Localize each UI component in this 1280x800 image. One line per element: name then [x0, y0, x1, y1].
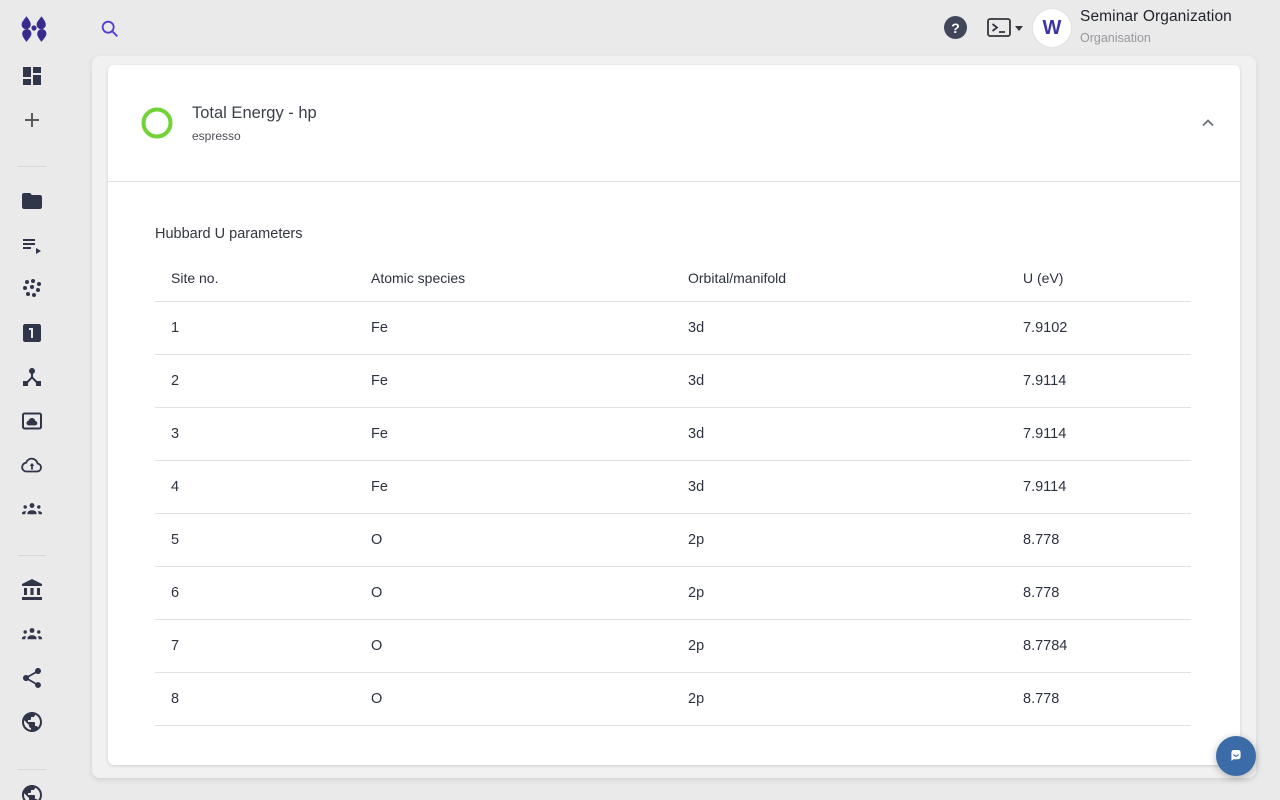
- org-menu[interactable]: Seminar Organization Organisation: [1080, 8, 1232, 45]
- table-row: 8 O 2p 8.778: [155, 673, 1191, 726]
- col-header: Site no.: [155, 270, 355, 286]
- avatar[interactable]: W: [1033, 9, 1071, 47]
- table-cell: 2p: [672, 691, 1007, 707]
- scatter-dots-icon[interactable]: [20, 277, 44, 301]
- table-cell: 7.9114: [1007, 426, 1191, 442]
- green-ring-status-icon: [140, 106, 174, 140]
- table-cell: 1: [155, 320, 355, 336]
- avatar-letter: W: [1043, 17, 1062, 40]
- table-cell: 7.9114: [1007, 373, 1191, 389]
- card-subtitle: espresso: [192, 129, 317, 143]
- table-cell: 7.9102: [1007, 320, 1191, 336]
- table-cell: 8.7784: [1007, 638, 1191, 654]
- table-cell: 3d: [672, 426, 1007, 442]
- table-cell: 8.778: [1007, 532, 1191, 548]
- table-cell: 8.778: [1007, 691, 1191, 707]
- sidebar-divider: [18, 166, 46, 167]
- table-cell: Fe: [355, 320, 672, 336]
- app-logo-icon[interactable]: [19, 13, 49, 43]
- table-row: 1 Fe 3d 7.9102: [155, 302, 1191, 355]
- table-cell: 6: [155, 585, 355, 601]
- org-name: Seminar Organization: [1080, 8, 1232, 26]
- app-screen: ? W Seminar Organization Organisation: [0, 0, 1280, 800]
- table-row: 3 Fe 3d 7.9114: [155, 408, 1191, 461]
- table-cell: 2p: [672, 585, 1007, 601]
- table-cell: 8.778: [1007, 585, 1191, 601]
- table-cell: 2p: [672, 638, 1007, 654]
- globe-icon[interactable]: [20, 710, 44, 734]
- table-cell: 2: [155, 373, 355, 389]
- card-body: Hubbard U parameters Site no. Atomic spe…: [108, 182, 1240, 726]
- table-cell: 3d: [672, 320, 1007, 336]
- bank-icon[interactable]: [20, 578, 44, 602]
- cloud-upload-icon[interactable]: [20, 453, 44, 477]
- card-header: Total Energy - hp espresso: [108, 65, 1240, 182]
- table-cell: Fe: [355, 373, 672, 389]
- table-header-row: Site no. Atomic species Orbital/manifold…: [155, 255, 1191, 302]
- col-header: Orbital/manifold: [672, 270, 1007, 286]
- cloud-box-icon[interactable]: [20, 409, 44, 433]
- hubbard-table: Site no. Atomic species Orbital/manifold…: [155, 255, 1191, 726]
- table-cell: 4: [155, 479, 355, 495]
- table-cell: Fe: [355, 479, 672, 495]
- people-group-icon[interactable]: [20, 622, 44, 646]
- table-cell: 8: [155, 691, 355, 707]
- chevron-up-icon[interactable]: [1196, 111, 1220, 135]
- col-header: Atomic species: [355, 270, 672, 286]
- top-bar: ? W Seminar Organization Organisation: [0, 0, 1280, 56]
- section-title: Hubbard U parameters: [155, 226, 1191, 242]
- sidebar-divider: [18, 769, 46, 770]
- org-type: Organisation: [1080, 31, 1232, 45]
- help-glyph: ?: [951, 20, 960, 36]
- card-title: Total Energy - hp: [192, 104, 317, 123]
- chat-bubble-icon[interactable]: [1216, 736, 1256, 776]
- terminal-icon[interactable]: [986, 17, 1024, 39]
- sidebar: [0, 56, 64, 800]
- search-icon[interactable]: [99, 18, 121, 40]
- sidebar-divider: [18, 555, 46, 556]
- table-cell: 3d: [672, 479, 1007, 495]
- globe-icon[interactable]: [20, 783, 44, 800]
- add-icon[interactable]: [20, 108, 44, 132]
- table-cell: O: [355, 585, 672, 601]
- table-cell: 7: [155, 638, 355, 654]
- table-cell: O: [355, 691, 672, 707]
- col-header: U (eV): [1007, 270, 1191, 286]
- help-icon[interactable]: ?: [944, 16, 967, 39]
- share-icon[interactable]: [20, 666, 44, 690]
- hub-tree-icon[interactable]: [20, 365, 44, 389]
- table-cell: 7.9114: [1007, 479, 1191, 495]
- table-row: 4 Fe 3d 7.9114: [155, 461, 1191, 514]
- table-row: 5 O 2p 8.778: [155, 514, 1191, 567]
- process-card: Total Energy - hp espresso Hubbard U par…: [108, 65, 1240, 765]
- table-cell: 3: [155, 426, 355, 442]
- folder-icon[interactable]: [20, 189, 44, 213]
- table-cell: Fe: [355, 426, 672, 442]
- table-row: 6 O 2p 8.778: [155, 567, 1191, 620]
- table-cell: O: [355, 638, 672, 654]
- main-panel: Total Energy - hp espresso Hubbard U par…: [92, 56, 1256, 778]
- table-row: 7 O 2p 8.7784: [155, 620, 1191, 673]
- people-group-icon[interactable]: [20, 497, 44, 521]
- table-cell: O: [355, 532, 672, 548]
- square-one-icon[interactable]: [20, 321, 44, 345]
- card-titles: Total Energy - hp espresso: [192, 104, 317, 143]
- playlist-icon[interactable]: [20, 233, 44, 257]
- table-row: 2 Fe 3d 7.9114: [155, 355, 1191, 408]
- table-cell: 5: [155, 532, 355, 548]
- dashboard-icon[interactable]: [20, 64, 44, 88]
- table-cell: 3d: [672, 373, 1007, 389]
- table-cell: 2p: [672, 532, 1007, 548]
